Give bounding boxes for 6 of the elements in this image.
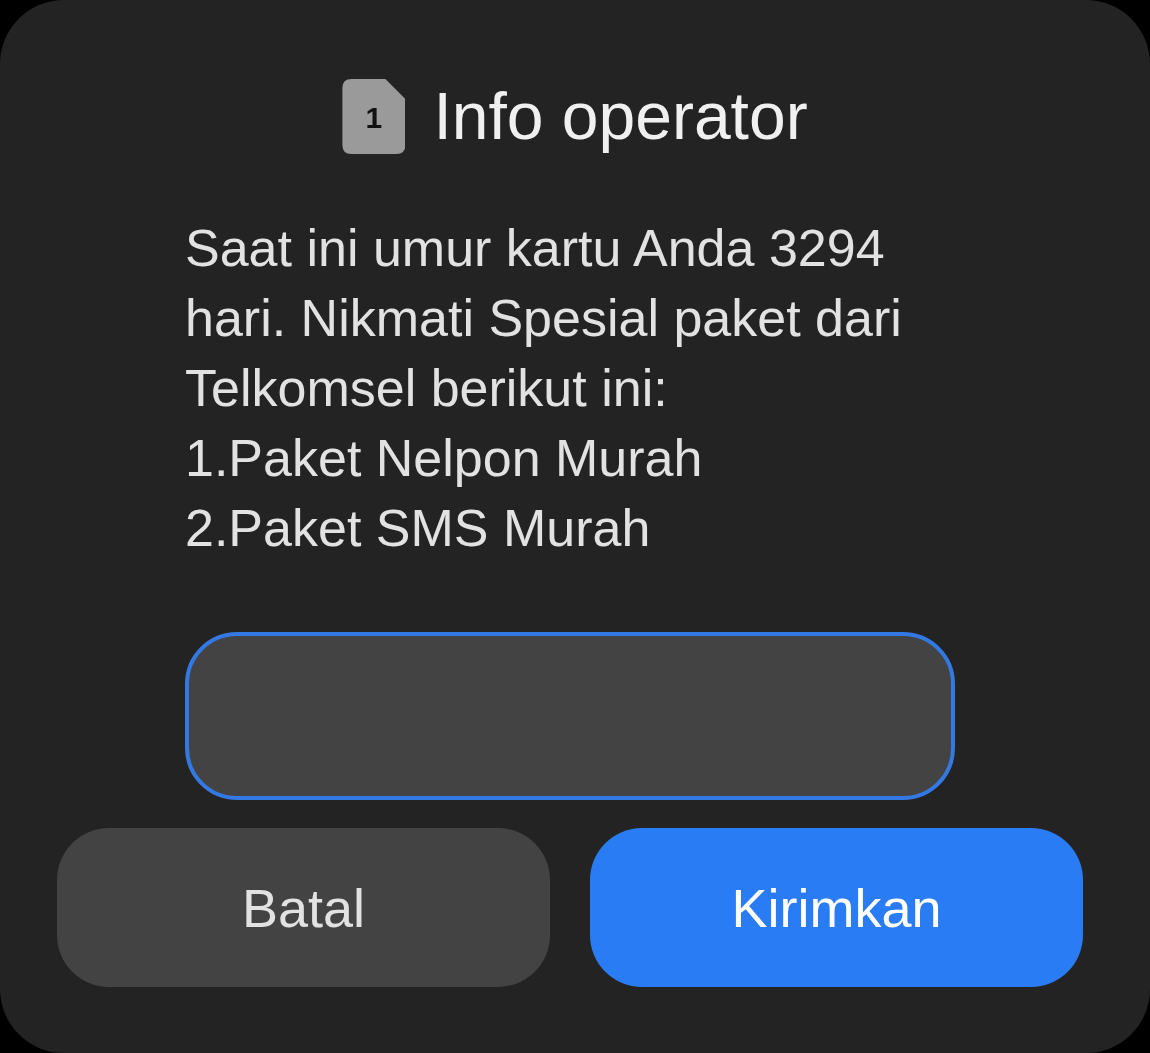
- cancel-button[interactable]: Batal: [57, 828, 550, 987]
- sim-slot-badge: 1: [342, 79, 406, 154]
- message-text: Saat ini umur kartu Anda 3294 hari. Nikmati Spesial paket dari Telkomsel berikut ini: 1.Paket Nelpon Murah 2.Paket SMS Murah: [185, 218, 903, 559]
- send-button[interactable]: Kirimkan: [590, 828, 1083, 987]
- dialog-title: Info operator: [433, 79, 808, 154]
- input-field[interactable]: [185, 632, 955, 800]
